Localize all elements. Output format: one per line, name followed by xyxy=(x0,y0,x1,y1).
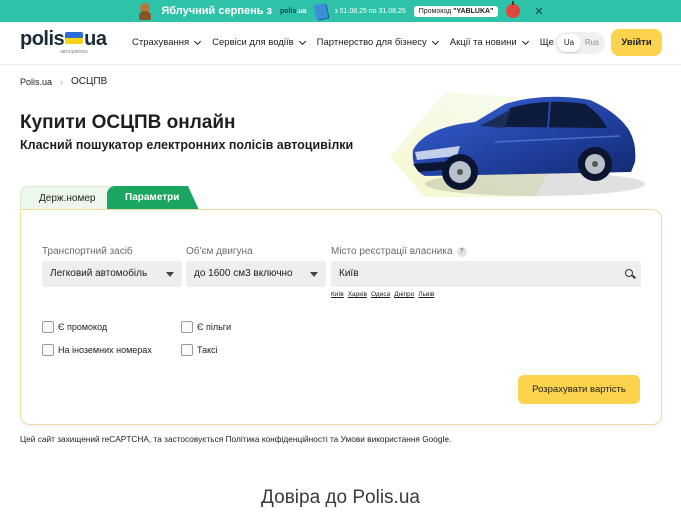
quick-city-link[interactable]: Харків xyxy=(348,291,367,298)
nav-business[interactable]: Партнерство для бізнесу xyxy=(317,37,439,48)
quick-city-link[interactable]: Дніпро xyxy=(394,291,414,298)
page-subtitle: Класний пошукатор електронних полісів ав… xyxy=(20,138,354,152)
promo-banner[interactable]: Яблучний серпень з polis.ua з 01.08.25 п… xyxy=(0,0,681,22)
tab-plate-number[interactable]: Держ.номер xyxy=(20,186,118,210)
promo-dates: з 01.08.25 по 31.08.25 xyxy=(334,7,406,15)
breadcrumb: Polis.ua › ОСЦПВ xyxy=(20,76,107,87)
search-icon[interactable] xyxy=(625,269,633,277)
logo[interactable]: polis ua автоцивілка xyxy=(20,29,107,55)
breadcrumb-separator: › xyxy=(60,76,64,87)
ukraine-flag-icon xyxy=(65,32,84,44)
main-nav: Страхування Сервіси для водіїв Партнерст… xyxy=(132,37,566,48)
site-header: polis ua автоцивілка Страхування Сервіси … xyxy=(0,22,681,65)
promo-title: Яблучний серпень з xyxy=(161,5,273,17)
checkbox-box[interactable] xyxy=(42,344,54,356)
promo-code-checkbox[interactable]: Є промокод xyxy=(42,321,107,333)
benefits-checkbox[interactable]: Є пільги xyxy=(181,321,231,333)
checkbox-box[interactable] xyxy=(42,321,54,333)
close-icon[interactable]: ✕ xyxy=(534,5,543,18)
city-input[interactable]: Київ xyxy=(331,261,641,287)
promo-code-badge[interactable]: Промокод "YABLUKA" xyxy=(413,5,499,17)
apple-icon xyxy=(506,1,521,18)
osago-calculator-form: Транспортний засіб Легковий автомобіль О… xyxy=(20,209,662,425)
chevron-down-icon xyxy=(431,37,439,45)
breadcrumb-current: ОСЦПВ xyxy=(71,76,108,87)
login-button[interactable]: Увійти xyxy=(611,29,662,56)
quick-city-link[interactable]: Львів xyxy=(418,291,434,298)
help-icon[interactable]: ? xyxy=(456,246,467,257)
trust-section-title: Довіра до Polis.ua xyxy=(261,487,420,508)
city-label: Місто реєстрації власника ? xyxy=(331,246,467,257)
dropdown-arrow-icon xyxy=(310,272,318,277)
quick-city-link[interactable]: Київ xyxy=(331,291,344,298)
language-switch[interactable]: Ua Rus xyxy=(555,32,605,54)
engine-volume-label: Об'єм двигуна xyxy=(186,246,253,257)
page-title: Купити ОСЦПВ онлайн xyxy=(20,112,236,133)
tab-parameters[interactable]: Параметри xyxy=(107,186,199,210)
vehicle-type-select[interactable]: Легковий автомобіль xyxy=(42,261,182,287)
chevron-down-icon xyxy=(194,37,202,45)
book-icon xyxy=(313,2,328,20)
quick-city-links: Київ Харків Одеса Дніпро Львів xyxy=(331,291,434,298)
foreign-plates-checkbox[interactable]: На іноземних номерах xyxy=(42,344,152,356)
quick-city-link[interactable]: Одеса xyxy=(371,291,390,298)
nav-insurance[interactable]: Страхування xyxy=(132,37,202,48)
logo-subtitle: автоцивілка xyxy=(60,49,88,55)
dog-mascot-icon xyxy=(137,2,153,20)
engine-volume-select[interactable]: до 1600 см3 включно xyxy=(186,261,326,287)
taxi-checkbox[interactable]: Таксі xyxy=(181,344,218,356)
vehicle-type-label: Транспортний засіб xyxy=(42,246,133,257)
promo-logo: polis.ua xyxy=(280,7,307,15)
checkbox-box[interactable] xyxy=(181,344,193,356)
nav-promotions[interactable]: Акції та новини xyxy=(450,37,529,48)
recaptcha-notice: Цей сайт захищений reCAPTCHA, та застосо… xyxy=(20,434,452,444)
chevron-down-icon xyxy=(298,37,306,45)
dropdown-arrow-icon xyxy=(166,272,174,277)
chevron-down-icon xyxy=(521,37,529,45)
lang-rus[interactable]: Rus xyxy=(580,34,604,52)
breadcrumb-home[interactable]: Polis.ua xyxy=(20,77,52,87)
car-image xyxy=(385,72,647,212)
nav-driver-services[interactable]: Сервіси для водіїв xyxy=(212,37,306,48)
calculate-button[interactable]: Розрахувати вартість xyxy=(518,375,640,404)
checkbox-box[interactable] xyxy=(181,321,193,333)
lang-ua[interactable]: Ua xyxy=(557,34,581,52)
